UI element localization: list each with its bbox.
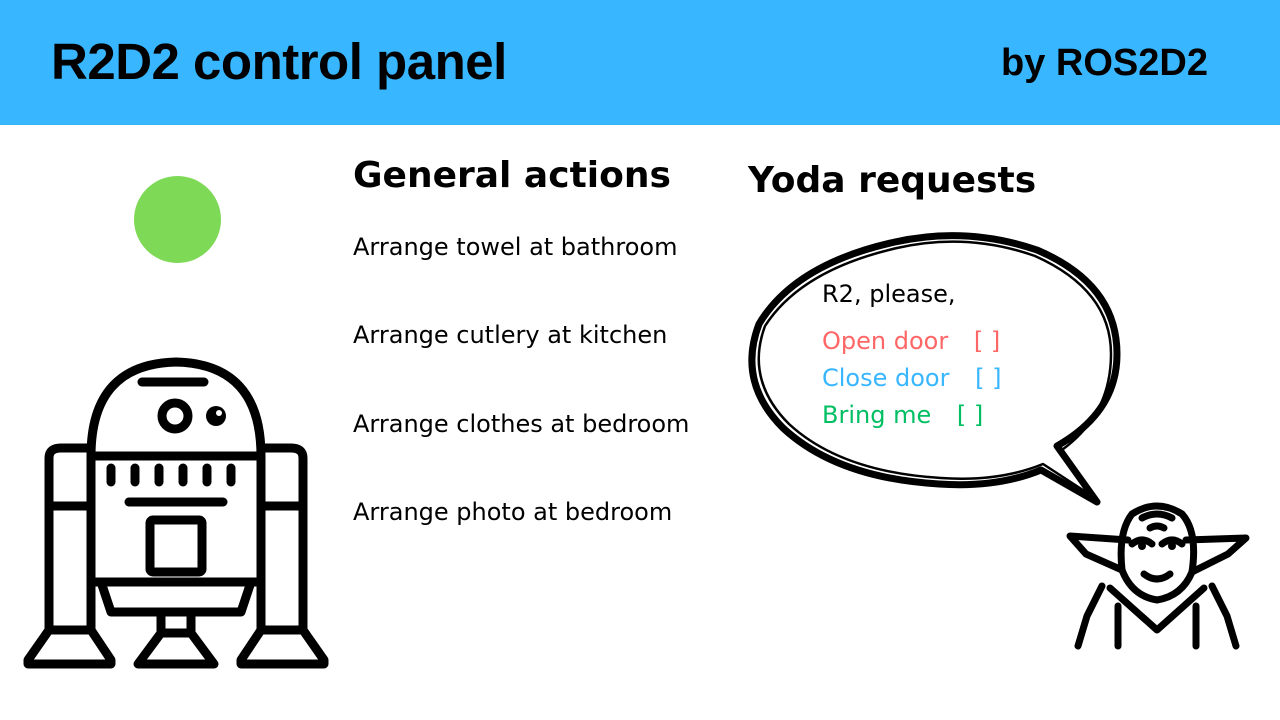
yoda-requests-title: Yoda requests — [748, 160, 1037, 201]
page-title: R2D2 control panel — [51, 33, 507, 90]
action-arrange-towel[interactable]: Arrange towel at bathroom — [353, 233, 677, 261]
request-input-field[interactable]: [ ] — [957, 401, 983, 429]
request-open-door[interactable]: Open door [ ] — [822, 327, 1000, 355]
request-label: Close door — [822, 364, 950, 392]
general-actions-title: General actions — [353, 155, 671, 196]
status-indicator-dot — [134, 176, 221, 263]
yoda-request-intro: R2, please, — [822, 280, 956, 308]
author-byline: by ROS2D2 — [1001, 42, 1208, 84]
action-arrange-clothes[interactable]: Arrange clothes at bedroom — [353, 410, 689, 438]
request-label: Open door — [822, 327, 949, 355]
action-arrange-cutlery[interactable]: Arrange cutlery at kitchen — [353, 321, 667, 349]
request-checkbox[interactable]: [ ] — [974, 327, 1000, 355]
request-label: Bring me — [822, 401, 932, 429]
header-bar: R2D2 control panel by ROS2D2 — [0, 0, 1280, 125]
action-arrange-photo[interactable]: Arrange photo at bedroom — [353, 498, 672, 526]
request-checkbox[interactable]: [ ] — [975, 364, 1001, 392]
yoda-icon — [1066, 502, 1250, 650]
r2d2-icon — [23, 357, 329, 669]
request-close-door[interactable]: Close door [ ] — [822, 364, 1001, 392]
request-bring-me[interactable]: Bring me [ ] — [822, 401, 983, 429]
